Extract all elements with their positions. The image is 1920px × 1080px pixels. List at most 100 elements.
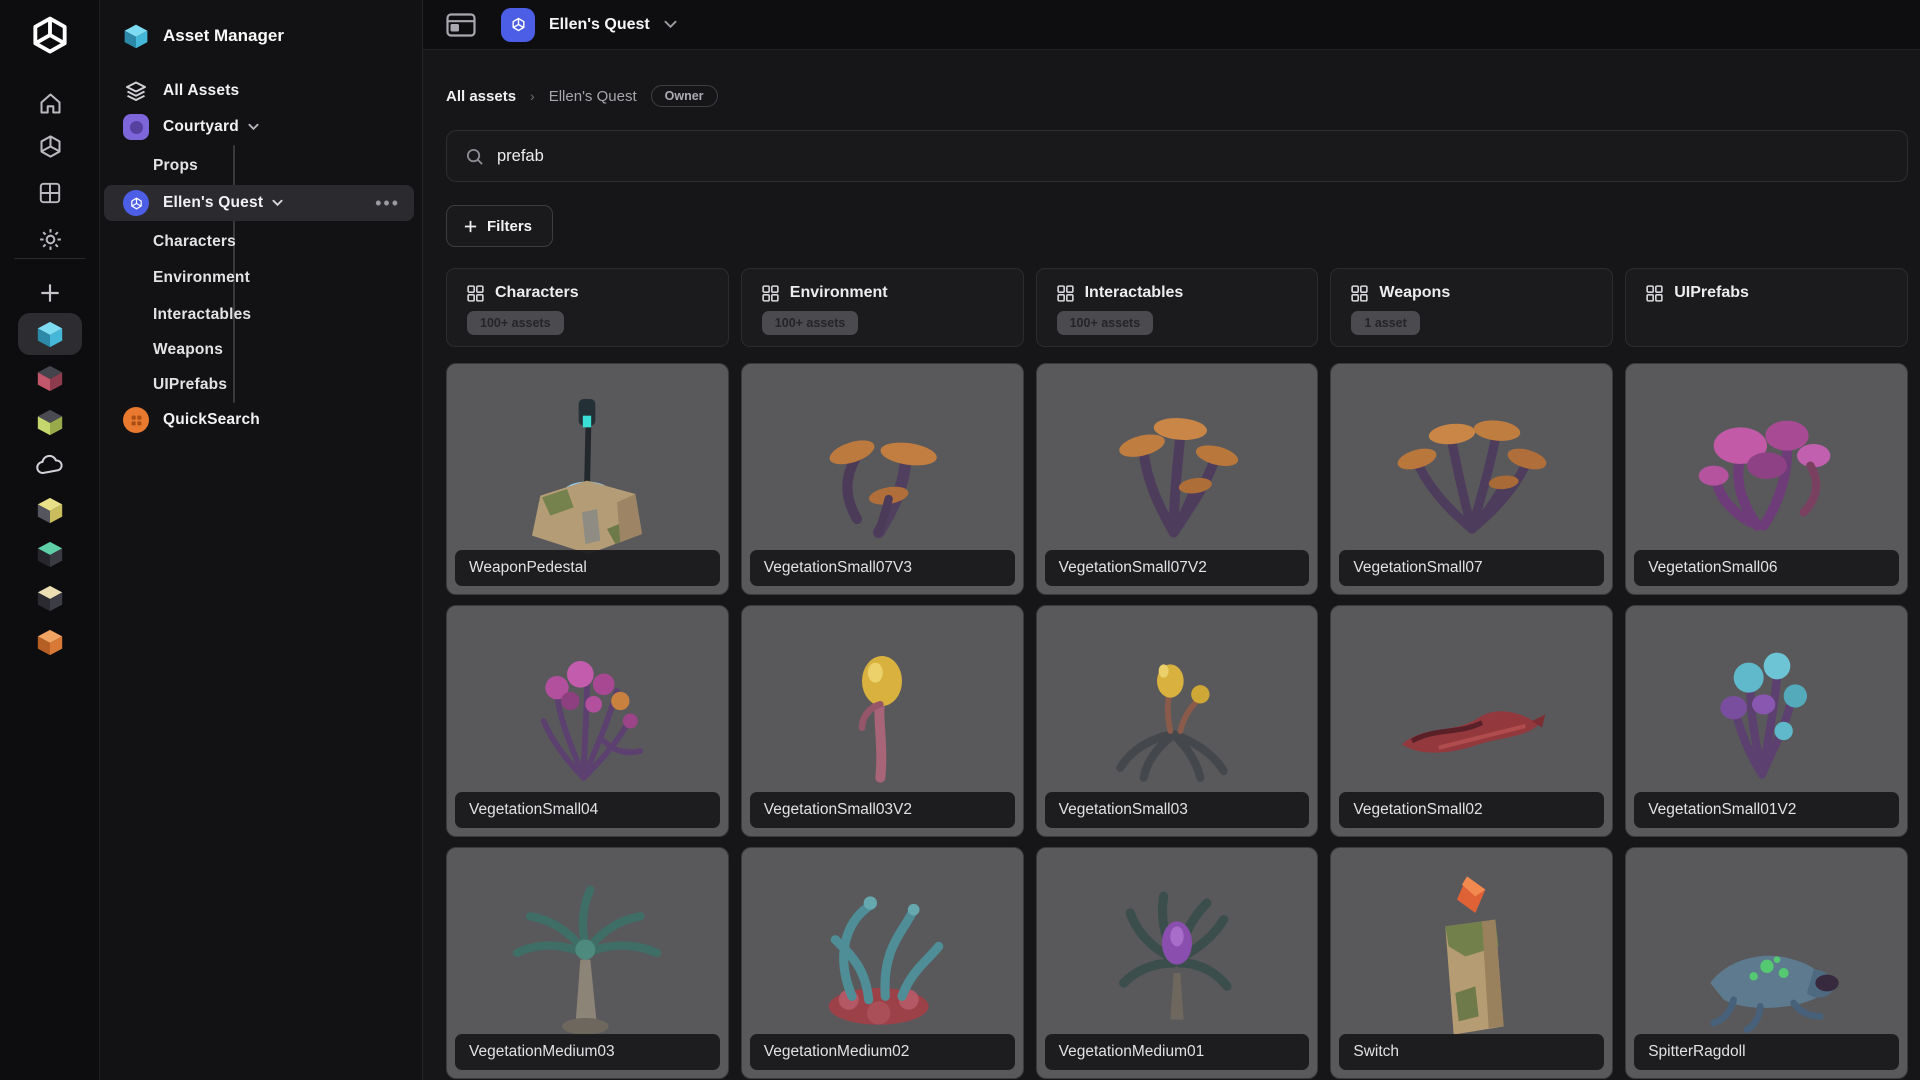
add-icon[interactable] (0, 276, 100, 310)
sidebar-item-weapons[interactable]: Weapons (104, 332, 414, 368)
quicksearch-project-icon (122, 406, 150, 434)
asset-card[interactable]: VegetationSmall07 (1330, 363, 1614, 595)
chevron-down-icon[interactable] (664, 20, 677, 29)
sidebar-item-quicksearch[interactable]: QuickSearch (104, 402, 414, 438)
category-count-badge: 1 asset (1351, 311, 1420, 335)
sidebar-item-label: QuickSearch (163, 411, 260, 428)
asset-card[interactable]: VegetationSmall04 (446, 605, 729, 837)
asset-name-label: VegetationSmall07V2 (1044, 550, 1310, 586)
category-card-row: Characters 100+ assets Environment 100+ … (446, 268, 1908, 347)
category-card-interactables[interactable]: Interactables 100+ assets (1035, 268, 1319, 347)
asset-name-label: VegetationMedium01 (1044, 1034, 1310, 1070)
breadcrumb-current: Ellen's Quest (548, 87, 637, 105)
gear-icon[interactable] (0, 222, 100, 256)
project-orange-icon[interactable] (0, 620, 100, 664)
asset-name-label: VegetationSmall07V3 (749, 550, 1015, 586)
asset-name-label: VegetationMedium03 (455, 1034, 720, 1070)
project-teal-dark-icon[interactable] (0, 532, 100, 576)
home-icon[interactable] (0, 86, 100, 120)
breadcrumb-all-assets-link[interactable]: All assets (446, 88, 516, 105)
collection-icon (1351, 284, 1369, 302)
asset-name-label: VegetationMedium02 (749, 1034, 1015, 1070)
asset-card[interactable]: VegetationSmall01V2 (1625, 605, 1908, 837)
project-app-icon (501, 7, 535, 42)
left-rail (0, 0, 100, 1080)
category-title: UIPrefabs (1674, 284, 1749, 301)
category-title: Environment (789, 284, 888, 301)
collection-icon (762, 284, 779, 302)
chevron-down-icon (272, 199, 283, 207)
category-count-badge: 100+ assets (467, 311, 564, 335)
asset-card[interactable]: VegetationSmall03 (1035, 605, 1319, 837)
asset-name-label: VegetationSmall04 (455, 792, 720, 828)
sidebar-item-label: Interactables (153, 306, 252, 323)
grid-icon[interactable] (0, 176, 100, 210)
layers-icon (122, 77, 150, 105)
rail-divider (14, 258, 85, 259)
box-icon[interactable] (0, 129, 100, 163)
asset-name-label: VegetationSmall01V2 (1634, 792, 1899, 828)
sidebar-item-label: Weapons (153, 341, 224, 358)
asset-card[interactable]: VegetationMedium03 (446, 847, 729, 1079)
sidebar-item-label: UIPrefabs (153, 376, 228, 393)
asset-card[interactable]: VegetationMedium01 (1035, 847, 1319, 1079)
sidebar-item-uiprefabs[interactable]: UIPrefabs (104, 367, 414, 403)
category-count-badge: 100+ assets (1056, 311, 1154, 335)
asset-card[interactable]: SpitterRagdoll (1625, 847, 1908, 1079)
asset-card[interactable]: VegetationSmall06 (1625, 363, 1908, 595)
search-icon (466, 148, 483, 165)
sidebar-item-all-assets[interactable]: All Assets (104, 73, 414, 109)
project-yellow-icon[interactable] (0, 488, 100, 532)
sidebar-item-props[interactable]: Props (104, 148, 414, 184)
filters-button[interactable]: Filters (446, 205, 554, 247)
search-bar (446, 130, 1908, 182)
search-input[interactable] (497, 146, 1889, 166)
sidebar-item-courtyard[interactable]: Courtyard (104, 109, 414, 145)
asset-card[interactable]: VegetationSmall03V2 (740, 605, 1024, 837)
category-card-weapons[interactable]: Weapons 1 asset (1330, 268, 1614, 347)
asset-card[interactable]: VegetationSmall07V3 (740, 363, 1024, 595)
sidebar-item-interactables[interactable]: Interactables (104, 297, 414, 333)
category-card-characters[interactable]: Characters 100+ assets (446, 268, 729, 347)
breadcrumb-separator-icon: › (530, 88, 535, 104)
asset-card[interactable]: Switch (1330, 847, 1614, 1079)
courtyard-project-icon (122, 113, 150, 141)
breadcrumb: All assets › Ellen's Quest Owner (446, 83, 718, 109)
asset-card[interactable]: VegetationSmall02 (1330, 605, 1614, 837)
ellipsis-menu-icon[interactable]: ••• (375, 194, 414, 212)
main-area: Ellen's Quest All assets › Ellen's Quest… (422, 0, 1920, 1080)
category-title: Interactables (1084, 284, 1184, 301)
category-title: Characters (495, 284, 579, 301)
asset-card[interactable]: VegetationSmall07V2 (1035, 363, 1319, 595)
asset-name-label: SpitterRagdoll (1634, 1034, 1899, 1070)
project-teal-selected-icon[interactable] (0, 312, 100, 356)
unity-logo[interactable] (0, 12, 100, 60)
owner-badge: Owner (650, 85, 718, 107)
collection-icon (1056, 284, 1074, 302)
project-cream-icon[interactable] (0, 576, 100, 620)
sidebar-header: Asset Manager (104, 18, 414, 54)
asset-name-label: Switch (1339, 1034, 1605, 1070)
project-switcher-title[interactable]: Ellen's Quest (549, 16, 650, 34)
project-red-icon[interactable] (0, 356, 100, 400)
asset-card[interactable]: VegetationMedium02 (740, 847, 1024, 1079)
panel-toggle-icon[interactable] (446, 12, 476, 37)
sidebar: Asset Manager All Assets Courtyard Props (100, 0, 422, 1080)
project-lime-icon[interactable] (0, 400, 100, 444)
sidebar-item-label: Characters (153, 233, 236, 250)
category-card-uiprefabs[interactable]: UIPrefabs (1625, 268, 1908, 347)
asset-card[interactable]: WeaponPedestal (446, 363, 729, 595)
sidebar-item-environment[interactable]: Environment (104, 260, 414, 296)
asset-name-label: VegetationSmall07 (1339, 550, 1605, 586)
asset-name-label: VegetationSmall06 (1634, 550, 1899, 586)
asset-name-label: WeaponPedestal (455, 550, 720, 586)
sidebar-item-characters[interactable]: Characters (104, 224, 414, 260)
plus-icon (464, 220, 477, 232)
project-cloud-icon[interactable] (0, 444, 100, 488)
sidebar-item-label: Ellen's Quest (163, 194, 264, 211)
category-card-environment[interactable]: Environment 100+ assets (740, 268, 1024, 347)
sidebar-item-ellens-quest[interactable]: Ellen's Quest ••• (104, 185, 414, 221)
sidebar-item-label: All Assets (163, 82, 240, 99)
sidebar-title: Asset Manager (163, 26, 284, 45)
asset-manager-app: Asset Manager All Assets Courtyard Props (0, 0, 1920, 1080)
